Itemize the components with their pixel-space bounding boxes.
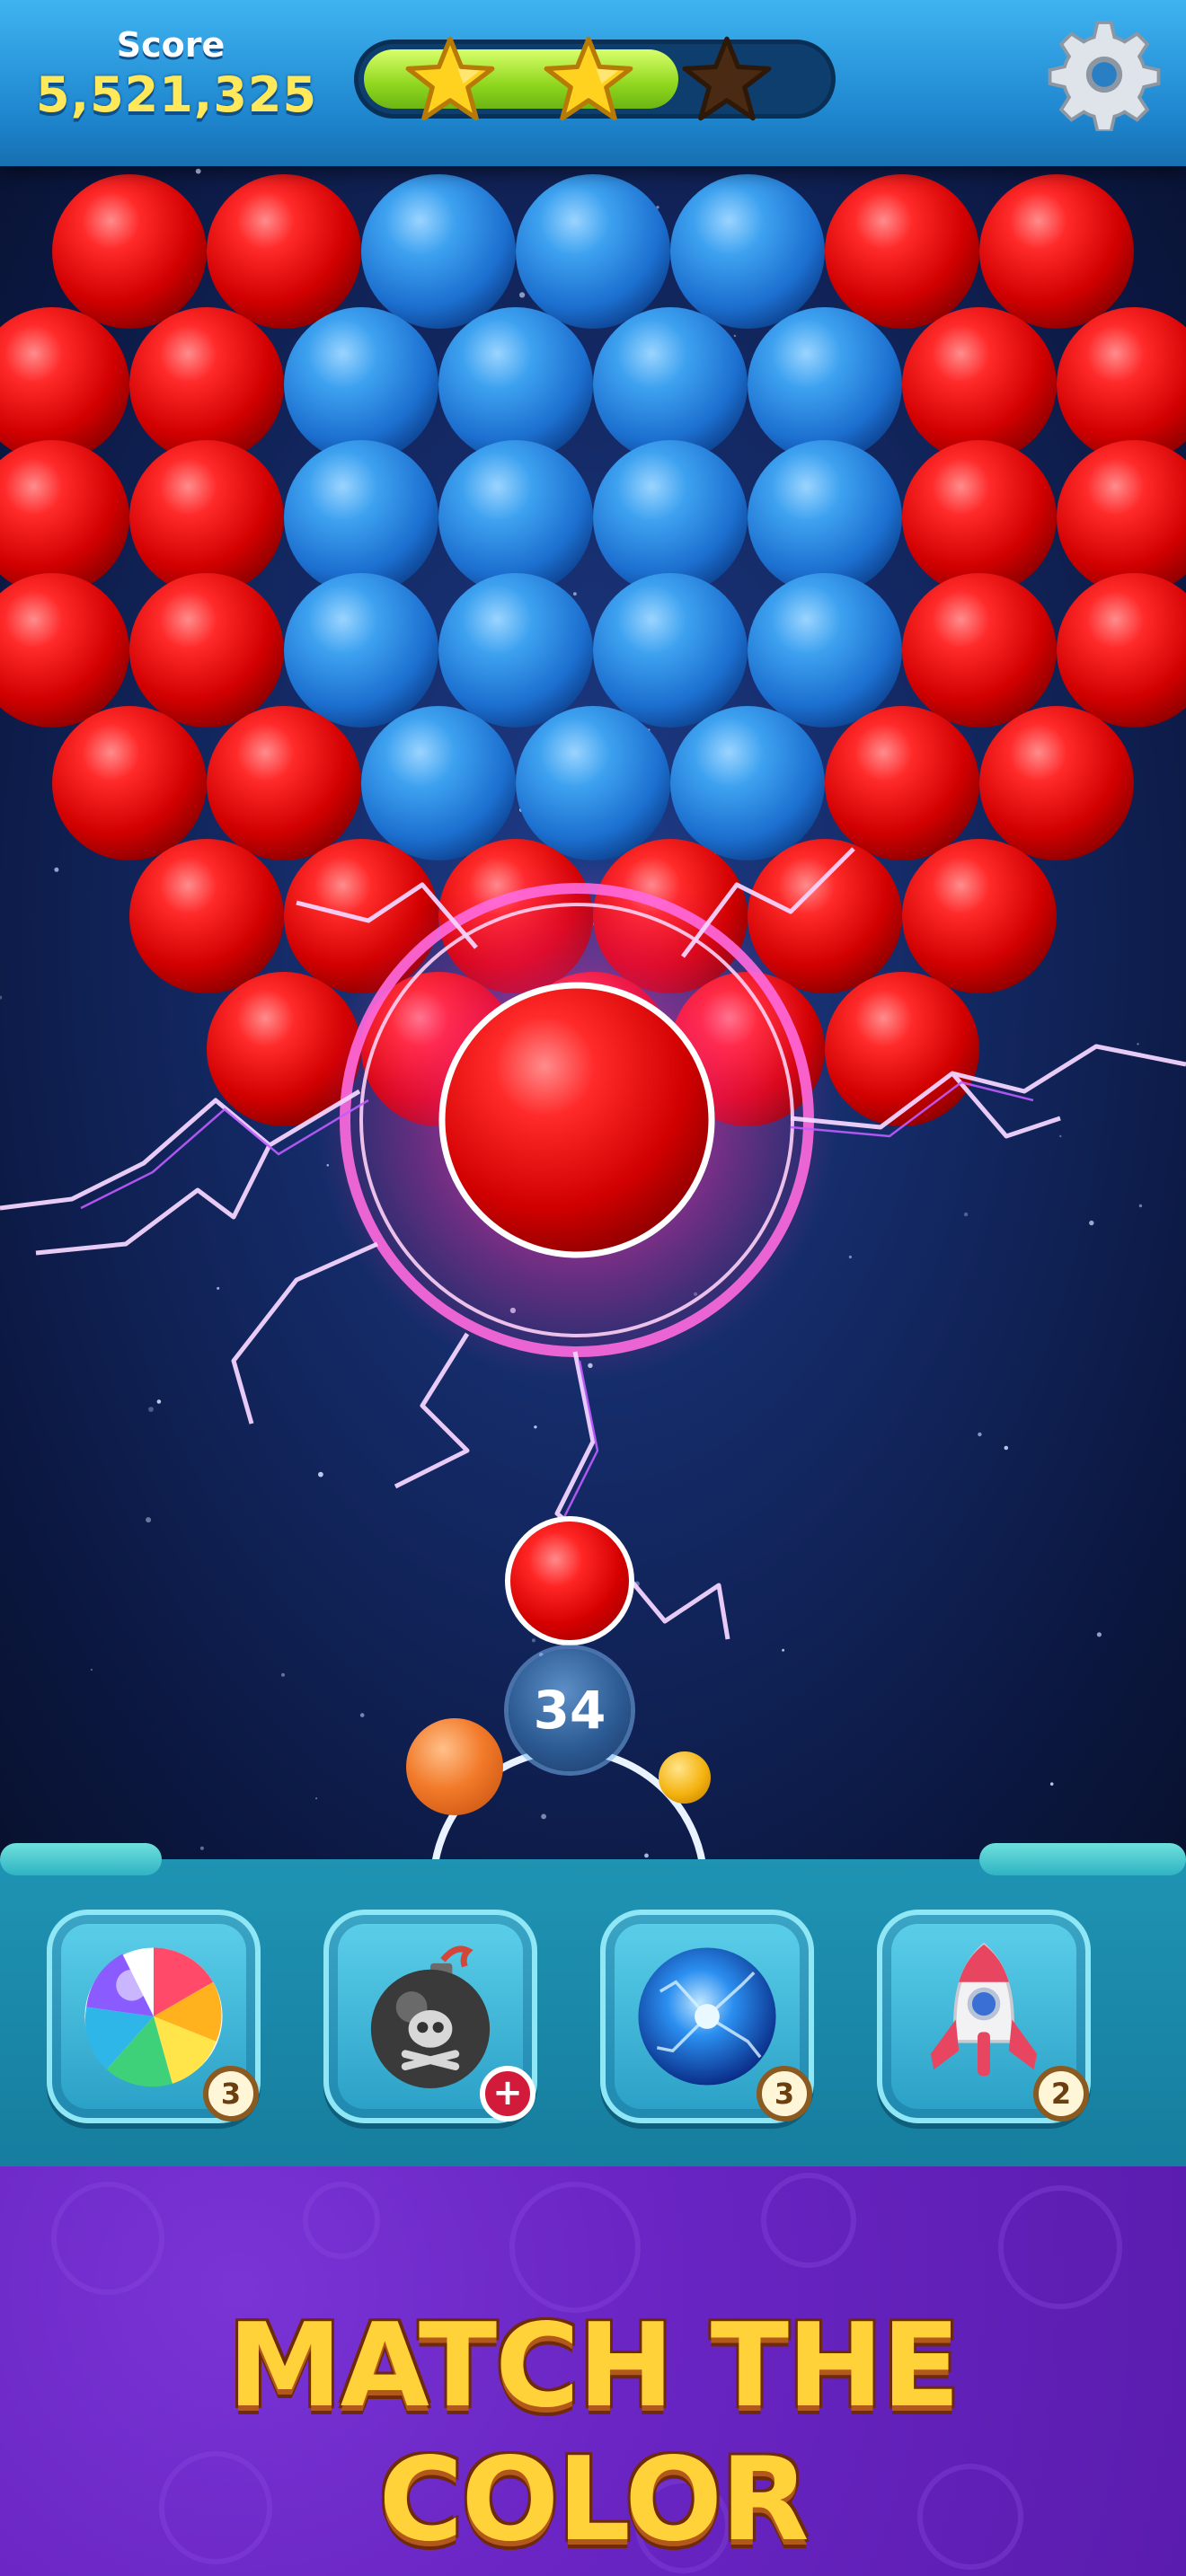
blue-bubble xyxy=(593,440,748,595)
star-icon xyxy=(405,36,495,121)
star-speck xyxy=(963,1212,969,1217)
star-speck xyxy=(1059,1134,1062,1138)
star-speck xyxy=(90,1668,93,1672)
red-bubble xyxy=(129,307,284,462)
bomb-booster[interactable]: + xyxy=(323,1910,537,2123)
gear-icon[interactable] xyxy=(1048,18,1161,131)
red-bubble xyxy=(902,839,1057,993)
star-speck xyxy=(1089,1220,1094,1226)
blue-bubble xyxy=(284,573,438,728)
energy-orb-icon xyxy=(638,1947,776,2086)
star-speck xyxy=(281,1672,285,1677)
rocket-booster[interactable]: 2 xyxy=(877,1910,1091,2123)
target-red-bubble xyxy=(438,982,715,1258)
red-bubble xyxy=(825,174,979,329)
red-bubble xyxy=(52,706,207,860)
next-bubble[interactable] xyxy=(406,1718,503,1815)
level-progress-bar xyxy=(354,36,836,121)
star-icon xyxy=(544,36,633,121)
blue-bubble xyxy=(284,307,438,462)
red-bubble xyxy=(129,440,284,595)
star-speck xyxy=(1137,1043,1139,1045)
star-speck xyxy=(195,168,201,174)
shots-left-counter: 34 xyxy=(509,1649,631,1771)
blue-bubble xyxy=(361,706,516,860)
red-bubble xyxy=(902,307,1057,462)
star-speck xyxy=(1004,1445,1009,1451)
red-bubble xyxy=(825,706,979,860)
bar-rim-left xyxy=(0,1843,162,1875)
energy-orb-booster[interactable]: 3 xyxy=(600,1910,814,2123)
star-speck xyxy=(573,592,577,596)
star-speck xyxy=(534,1425,537,1429)
booster-count-badge: 3 xyxy=(203,2066,259,2122)
red-bubble xyxy=(825,972,979,1126)
red-bubble xyxy=(129,573,284,728)
blue-bubble xyxy=(593,573,748,728)
red-bubble xyxy=(52,174,207,329)
star-speck xyxy=(848,1255,853,1259)
red-bubble xyxy=(1057,440,1186,595)
bar-rim-right xyxy=(979,1843,1186,1875)
red-bubble xyxy=(1057,307,1186,462)
star-speck xyxy=(217,1286,220,1290)
rainbow-ball-icon xyxy=(84,1947,223,2087)
bomb-icon xyxy=(370,1945,491,2089)
blue-bubble xyxy=(748,307,902,462)
blue-bubble xyxy=(516,706,670,860)
add-booster-badge[interactable]: + xyxy=(480,2066,535,2122)
blue-bubble xyxy=(670,706,825,860)
star-speck xyxy=(315,1797,318,1800)
blue-bubble xyxy=(438,307,593,462)
red-bubble xyxy=(902,573,1057,728)
star-speck xyxy=(1049,1782,1054,1786)
blue-bubble xyxy=(438,440,593,595)
rocket-icon xyxy=(930,1942,1038,2077)
star-speck xyxy=(531,1638,535,1643)
blue-bubble xyxy=(284,440,438,595)
red-bubble xyxy=(129,839,284,993)
score-value: 5,521,325 xyxy=(36,66,318,123)
red-bubble xyxy=(902,440,1057,595)
star-speck xyxy=(782,1648,785,1652)
booster-count-badge: 2 xyxy=(1033,2066,1089,2122)
red-bubble xyxy=(207,174,361,329)
star-speck xyxy=(318,1471,323,1478)
star-speck xyxy=(519,292,526,298)
blue-bubble xyxy=(748,573,902,728)
booster-count-badge: 3 xyxy=(757,2066,812,2122)
star-speck xyxy=(978,1432,982,1437)
blue-bubble xyxy=(516,174,670,329)
blue-bubble xyxy=(748,440,902,595)
blue-bubble xyxy=(438,573,593,728)
star-speck xyxy=(1096,1632,1102,1637)
red-bubble xyxy=(207,706,361,860)
top-hud: Score 5,521,325 xyxy=(0,0,1186,166)
star-speck xyxy=(199,1846,204,1850)
star-speck xyxy=(1138,1204,1143,1208)
blue-bubble xyxy=(361,174,516,329)
score-label: Score xyxy=(116,25,226,65)
star-speck xyxy=(359,1713,365,1717)
blue-bubble xyxy=(670,174,825,329)
banner-headline: MATCH THE COLOR xyxy=(227,2299,960,2567)
rainbow-ball-booster[interactable]: 3 xyxy=(47,1910,261,2123)
star-speck xyxy=(156,1399,162,1404)
swap-bubble-button[interactable] xyxy=(659,1751,711,1804)
star-speck xyxy=(733,334,737,338)
red-bubble xyxy=(1057,573,1186,728)
red-bubble xyxy=(979,706,1134,860)
star-speck xyxy=(146,1517,152,1523)
red-bubble xyxy=(0,440,129,595)
red-bubble xyxy=(979,174,1134,329)
red-bubble xyxy=(0,573,129,728)
star-speck xyxy=(148,1407,154,1412)
blue-bubble xyxy=(593,307,748,462)
star-speck xyxy=(54,867,59,872)
red-bubble xyxy=(0,307,129,462)
star-speck xyxy=(0,995,3,1000)
current-bubble[interactable] xyxy=(505,1516,634,1645)
empty-star-icon xyxy=(682,36,772,121)
